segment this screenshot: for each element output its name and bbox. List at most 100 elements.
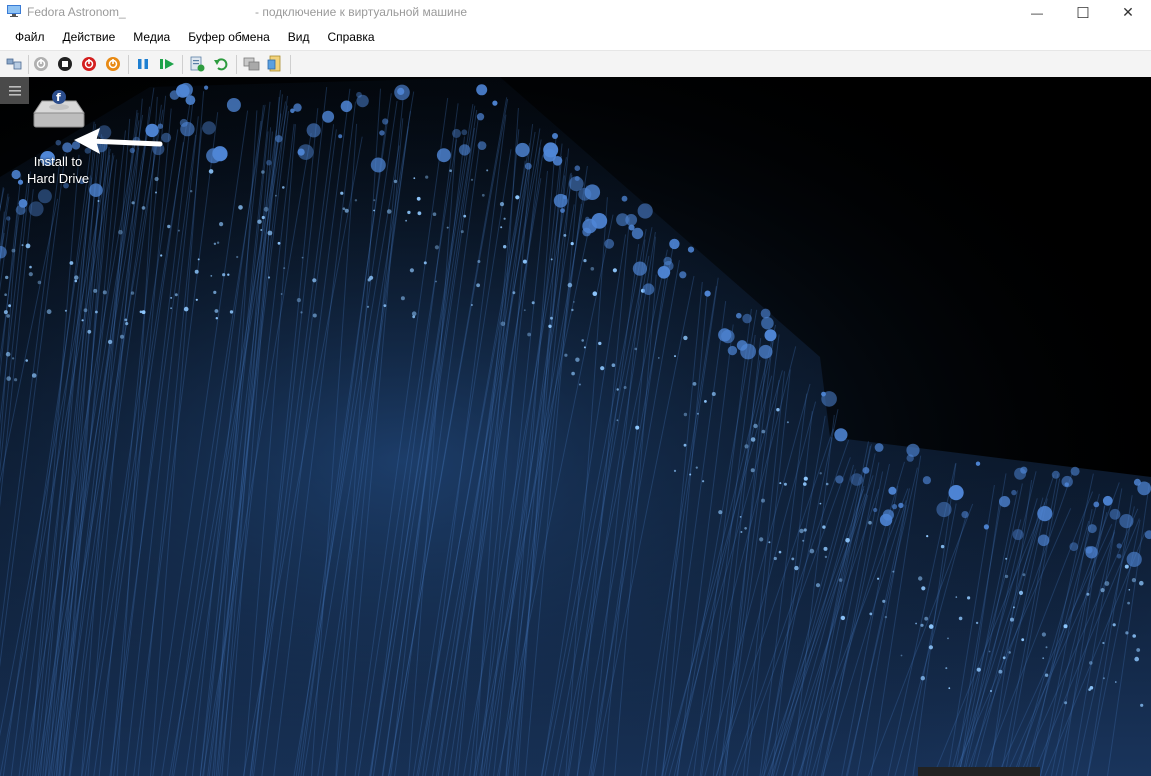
fiber-tip	[1018, 590, 1024, 596]
fiber-tip	[344, 208, 349, 213]
start-icon	[34, 57, 48, 71]
fiber-tip	[87, 329, 92, 334]
fiber-tip	[29, 265, 32, 269]
fiber-tip	[6, 216, 11, 221]
fiber-tip	[185, 95, 196, 105]
vm-desktop[interactable]: f Install to Hard Drive	[0, 77, 1151, 776]
fiber-tip	[436, 148, 451, 163]
fiber-tip	[219, 222, 224, 227]
fiber-tip	[476, 113, 485, 121]
fiber-tip	[744, 444, 749, 449]
fiber-tip	[183, 306, 189, 312]
menu-help[interactable]: Справка	[318, 25, 383, 50]
fiber-tip	[1005, 557, 1008, 560]
fiber-tip	[379, 130, 385, 136]
fiber-tip	[141, 206, 146, 210]
share-button[interactable]	[266, 55, 284, 73]
revert-button[interactable]	[212, 55, 230, 73]
shut-down-button[interactable]	[80, 55, 98, 73]
minimize-button[interactable]: —	[1014, 0, 1060, 25]
start-button[interactable]	[32, 55, 50, 73]
taskbar-fragment	[918, 767, 1040, 776]
fiber-tip	[955, 596, 958, 598]
fiber-tip	[194, 269, 199, 274]
fiber-tip	[975, 461, 981, 466]
fiber-tip	[1061, 475, 1073, 488]
fiber-tip	[124, 318, 128, 322]
resume-icon	[160, 59, 174, 69]
fiber-tip	[28, 201, 44, 217]
fiber-tip	[776, 408, 780, 412]
fiber-tip	[740, 531, 743, 533]
fiber-tip	[400, 296, 405, 301]
fiber-tip	[425, 175, 429, 179]
fiber-tip	[760, 308, 771, 319]
fiber-tip	[523, 309, 526, 312]
fiber-tip	[825, 482, 829, 486]
fiber-tip	[945, 667, 948, 670]
checkpoint-button[interactable]	[188, 55, 206, 73]
fiber-tip	[524, 162, 532, 170]
fiber-tip	[1133, 478, 1141, 486]
fiber-tip	[6, 314, 10, 318]
turn-off-icon	[58, 57, 72, 71]
fiber-tip	[548, 324, 552, 328]
fiber-tip	[884, 615, 888, 619]
fiber-tip	[550, 316, 553, 320]
fiber-tip	[107, 339, 113, 345]
fiber-tip	[130, 291, 135, 295]
menu-action[interactable]: Действие	[54, 25, 125, 50]
fiber-tip	[999, 496, 1011, 508]
menu-view[interactable]: Вид	[279, 25, 319, 50]
fiber-tip	[481, 193, 485, 197]
fiber-tip	[120, 334, 124, 339]
fiber-tip	[736, 340, 748, 351]
fiber-tip	[312, 313, 317, 318]
fiber-tip	[1064, 701, 1068, 705]
fiber-tip	[93, 288, 98, 293]
toolbar	[0, 50, 1151, 78]
fiber-tip	[1109, 508, 1121, 520]
checkpoint-icon	[190, 56, 205, 72]
fiber-tip	[718, 510, 723, 515]
fiber-tip	[370, 157, 386, 173]
fiber-tip	[4, 293, 7, 296]
fiber-tip	[296, 298, 301, 303]
fiber-tip	[862, 467, 870, 474]
menu-clipboard[interactable]: Буфер обмена	[179, 25, 279, 50]
fiber-tip	[417, 211, 422, 216]
fiber-tip	[575, 357, 580, 362]
maximize-icon: ☐	[1076, 4, 1090, 22]
menu-media[interactable]: Медиа	[124, 25, 179, 50]
fiber-tip	[373, 209, 375, 212]
fiber-tip	[213, 290, 217, 294]
maximize-button[interactable]: ☐	[1060, 0, 1106, 25]
fiber-tip	[74, 275, 79, 280]
ctrl-alt-del-button[interactable]	[5, 55, 23, 73]
menu-file[interactable]: Файл	[0, 25, 54, 50]
turn-off-button[interactable]	[56, 55, 74, 73]
window-titlebar[interactable]: Fedora Astronom_ - подключение к виртуал…	[0, 0, 1151, 25]
fiber-tip	[571, 371, 575, 376]
fiber-tip	[202, 121, 216, 135]
pause-button[interactable]	[134, 55, 152, 73]
fiber-tip	[170, 296, 173, 299]
fiber-tip	[704, 400, 707, 403]
fiber-tip	[394, 84, 410, 101]
fiber-tip	[773, 556, 777, 561]
resume-button[interactable]	[158, 55, 176, 73]
fiber-tip	[940, 544, 945, 549]
fiber-tip	[12, 357, 15, 360]
fiber-tip	[434, 245, 439, 250]
fiber-tip	[924, 616, 929, 621]
fiber-tip	[585, 216, 590, 222]
enhanced-session-button[interactable]	[242, 55, 260, 73]
fiber-tip	[689, 473, 692, 476]
close-button[interactable]: ✕	[1105, 0, 1151, 25]
save-state-button[interactable]	[104, 55, 122, 73]
window-title: Fedora Astronom_	[27, 5, 126, 19]
fiber-tip	[1085, 546, 1093, 554]
fiber-tip	[803, 476, 808, 481]
fiber-tip	[28, 272, 33, 277]
fiber-tip	[1041, 632, 1046, 637]
